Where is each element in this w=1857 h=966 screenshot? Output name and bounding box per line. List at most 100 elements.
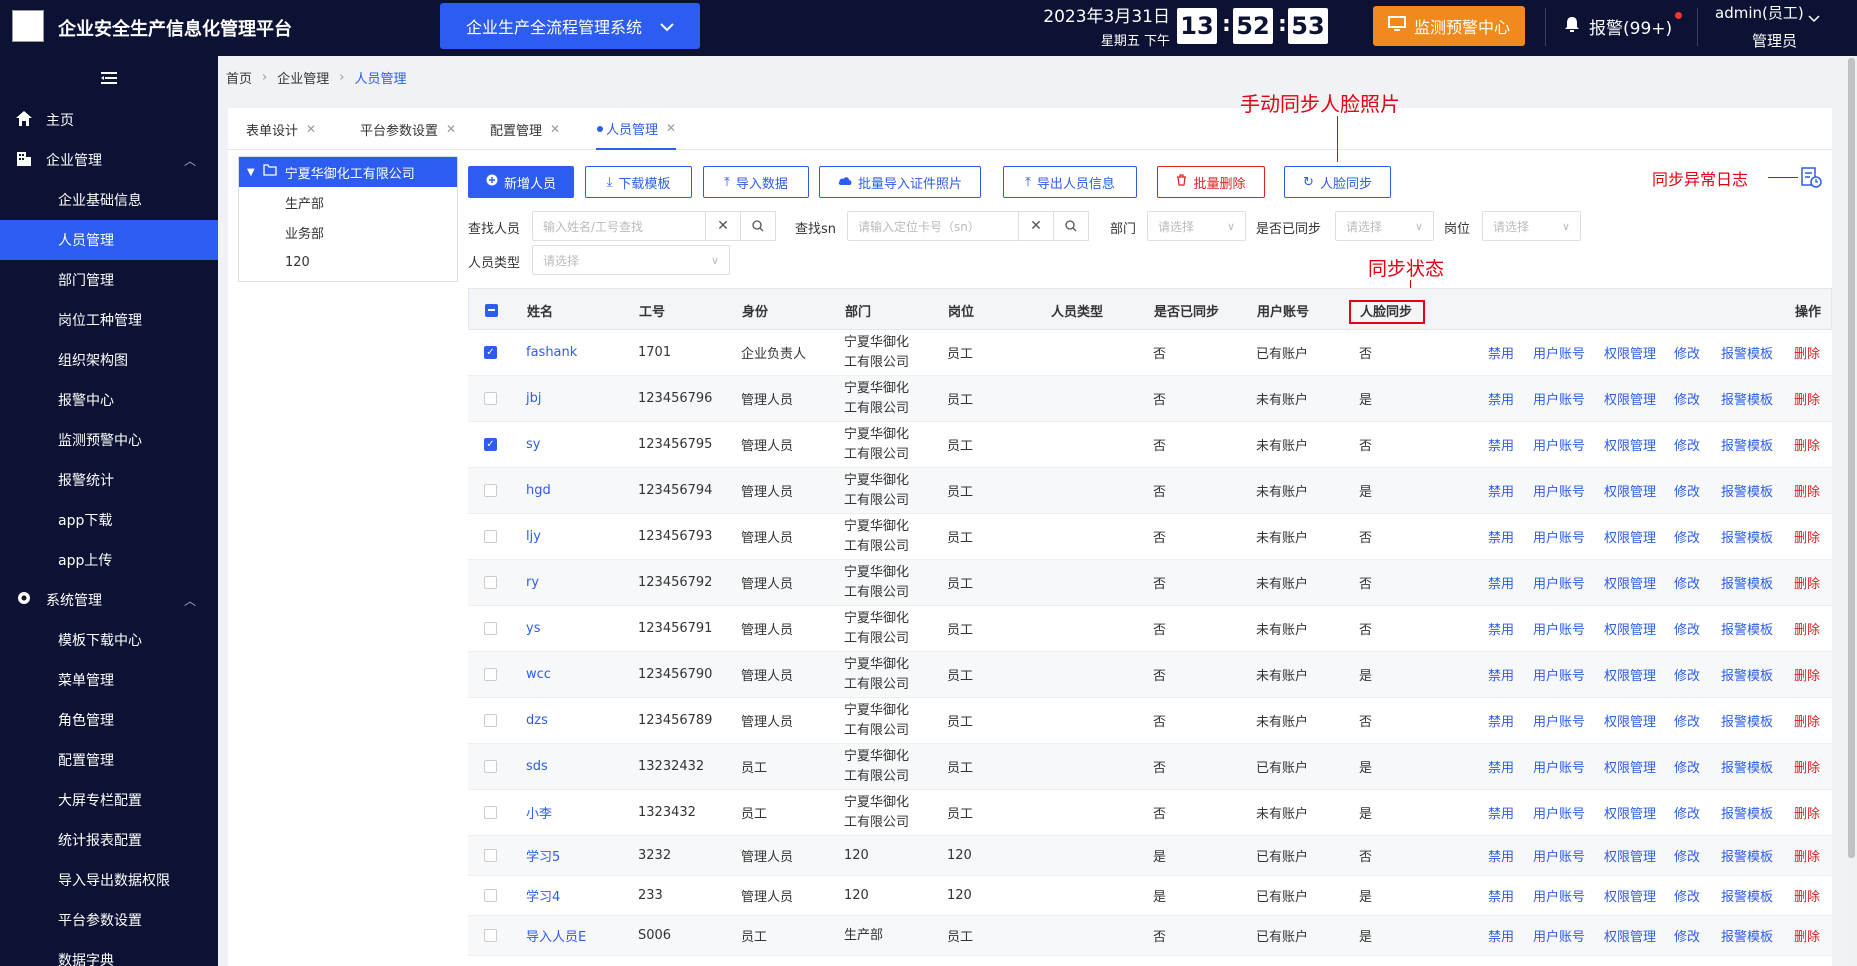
- row-checkbox[interactable]: [484, 376, 497, 421]
- select-all-checkbox[interactable]: [485, 289, 498, 331]
- delete-link[interactable]: 删除: [1794, 468, 1820, 513]
- row-checkbox[interactable]: [484, 876, 497, 915]
- person-name-link[interactable]: 学习4: [526, 876, 560, 915]
- delete-link[interactable]: 删除: [1794, 836, 1820, 875]
- sidebar-item-alarm-center[interactable]: 报警中心: [0, 380, 218, 420]
- edit-link[interactable]: 修改: [1674, 514, 1700, 559]
- delete-link[interactable]: 删除: [1794, 330, 1820, 375]
- person-name-link[interactable]: hgd: [526, 468, 551, 513]
- download-template-button[interactable]: ⤓ 下载模板: [585, 166, 692, 198]
- user-account-link[interactable]: 用户账号: [1533, 560, 1585, 605]
- permission-link[interactable]: 权限管理: [1604, 560, 1656, 605]
- sidebar-item-alarm-stats[interactable]: 报警统计: [0, 460, 218, 500]
- tree-node-root[interactable]: ▼ 宁夏华御化工有限公司: [239, 157, 457, 187]
- disable-link[interactable]: 禁用: [1488, 422, 1514, 467]
- person-name-link[interactable]: 学习5: [526, 836, 560, 875]
- permission-link[interactable]: 权限管理: [1604, 836, 1656, 875]
- menu-toggle-icon[interactable]: [0, 56, 218, 100]
- disable-link[interactable]: 禁用: [1488, 916, 1514, 955]
- sidebar-item-config[interactable]: 配置管理: [0, 740, 218, 780]
- alarm-template-link[interactable]: 报警模板: [1721, 790, 1773, 835]
- sync-log-icon[interactable]: [1800, 166, 1822, 192]
- row-checkbox[interactable]: [484, 560, 497, 605]
- edit-link[interactable]: 修改: [1674, 790, 1700, 835]
- permission-link[interactable]: 权限管理: [1604, 876, 1656, 915]
- person-name-link[interactable]: 小李: [526, 790, 552, 835]
- person-name-link[interactable]: ry: [526, 560, 539, 605]
- sidebar-group-system[interactable]: 系统管理 ︿: [0, 580, 218, 620]
- row-checkbox[interactable]: [484, 698, 497, 743]
- edit-link[interactable]: 修改: [1674, 836, 1700, 875]
- row-checkbox[interactable]: ✓: [484, 422, 497, 467]
- system-select[interactable]: 企业生产全流程管理系统: [440, 3, 700, 49]
- alarm-template-link[interactable]: 报警模板: [1721, 330, 1773, 375]
- permission-link[interactable]: 权限管理: [1604, 790, 1656, 835]
- close-icon[interactable]: ✕: [550, 122, 560, 136]
- breadcrumb-enterprise[interactable]: 企业管理: [277, 68, 329, 87]
- disable-link[interactable]: 禁用: [1488, 560, 1514, 605]
- alarm-template-link[interactable]: 报警模板: [1721, 652, 1773, 697]
- edit-link[interactable]: 修改: [1674, 376, 1700, 421]
- row-checkbox[interactable]: [484, 468, 497, 513]
- permission-link[interactable]: 权限管理: [1604, 916, 1656, 955]
- delete-link[interactable]: 删除: [1794, 376, 1820, 421]
- export-button[interactable]: ⤒ 导出人员信息: [1003, 166, 1137, 198]
- user-account-link[interactable]: 用户账号: [1533, 916, 1585, 955]
- sidebar-item-home[interactable]: 主页: [0, 100, 218, 140]
- sidebar-item-app-download[interactable]: app下载: [0, 500, 218, 540]
- alarm-template-link[interactable]: 报警模板: [1721, 836, 1773, 875]
- sidebar-group-enterprise[interactable]: 企业管理 ︿: [0, 140, 218, 180]
- edit-link[interactable]: 修改: [1674, 422, 1700, 467]
- permission-link[interactable]: 权限管理: [1604, 376, 1656, 421]
- tab-config[interactable]: 配置管理 ✕: [490, 108, 560, 150]
- delete-link[interactable]: 删除: [1794, 606, 1820, 651]
- disable-link[interactable]: 禁用: [1488, 606, 1514, 651]
- delete-link[interactable]: 删除: [1794, 744, 1820, 789]
- batch-delete-button[interactable]: 批量删除: [1157, 166, 1265, 198]
- user-name[interactable]: admin(员工): [1715, 2, 1804, 23]
- edit-link[interactable]: 修改: [1674, 560, 1700, 605]
- delete-link[interactable]: 删除: [1794, 876, 1820, 915]
- permission-link[interactable]: 权限管理: [1604, 606, 1656, 651]
- dept-select[interactable]: 请选择 ∨: [1147, 211, 1246, 241]
- sidebar-item-enterprise-info[interactable]: 企业基础信息: [0, 180, 218, 220]
- person-name-link[interactable]: 导入人员E: [526, 916, 586, 955]
- edit-link[interactable]: 修改: [1674, 876, 1700, 915]
- row-checkbox[interactable]: [484, 514, 497, 559]
- row-checkbox[interactable]: [484, 790, 497, 835]
- permission-link[interactable]: 权限管理: [1604, 744, 1656, 789]
- user-account-link[interactable]: 用户账号: [1533, 744, 1585, 789]
- search-icon[interactable]: [740, 211, 776, 241]
- permission-link[interactable]: 权限管理: [1604, 422, 1656, 467]
- delete-link[interactable]: 删除: [1794, 652, 1820, 697]
- sidebar-item-screen-config[interactable]: 大屏专栏配置: [0, 780, 218, 820]
- search-sn-input[interactable]: 请输入定位卡号（sn）: [847, 211, 1019, 241]
- row-checkbox[interactable]: [484, 606, 497, 651]
- person-name-link[interactable]: fashank: [526, 330, 577, 375]
- person-name-link[interactable]: wcc: [526, 652, 551, 697]
- row-checkbox[interactable]: [484, 652, 497, 697]
- person-name-link[interactable]: sds: [526, 744, 548, 789]
- search-icon[interactable]: [1053, 211, 1089, 241]
- tab-form-design[interactable]: 表单设计 ✕: [246, 108, 316, 150]
- edit-link[interactable]: 修改: [1674, 744, 1700, 789]
- edit-link[interactable]: 修改: [1674, 330, 1700, 375]
- disable-link[interactable]: 禁用: [1488, 330, 1514, 375]
- disable-link[interactable]: 禁用: [1488, 836, 1514, 875]
- disable-link[interactable]: 禁用: [1488, 876, 1514, 915]
- disable-link[interactable]: 禁用: [1488, 376, 1514, 421]
- user-account-link[interactable]: 用户账号: [1533, 876, 1585, 915]
- disable-link[interactable]: 禁用: [1488, 698, 1514, 743]
- sidebar-item-app-upload[interactable]: app上传: [0, 540, 218, 580]
- sidebar-item-import-export-perm[interactable]: 导入导出数据权限: [0, 860, 218, 900]
- alarm-template-link[interactable]: 报警模板: [1721, 916, 1773, 955]
- type-select[interactable]: 请选择 ∨: [532, 245, 730, 275]
- person-name-link[interactable]: jbj: [526, 376, 541, 421]
- alarm-template-link[interactable]: 报警模板: [1721, 606, 1773, 651]
- user-account-link[interactable]: 用户账号: [1533, 422, 1585, 467]
- sidebar-item-org-chart[interactable]: 组织架构图: [0, 340, 218, 380]
- disable-link[interactable]: 禁用: [1488, 468, 1514, 513]
- add-person-button[interactable]: 新增人员: [468, 166, 574, 198]
- user-account-link[interactable]: 用户账号: [1533, 330, 1585, 375]
- person-name-link[interactable]: sy: [526, 422, 540, 467]
